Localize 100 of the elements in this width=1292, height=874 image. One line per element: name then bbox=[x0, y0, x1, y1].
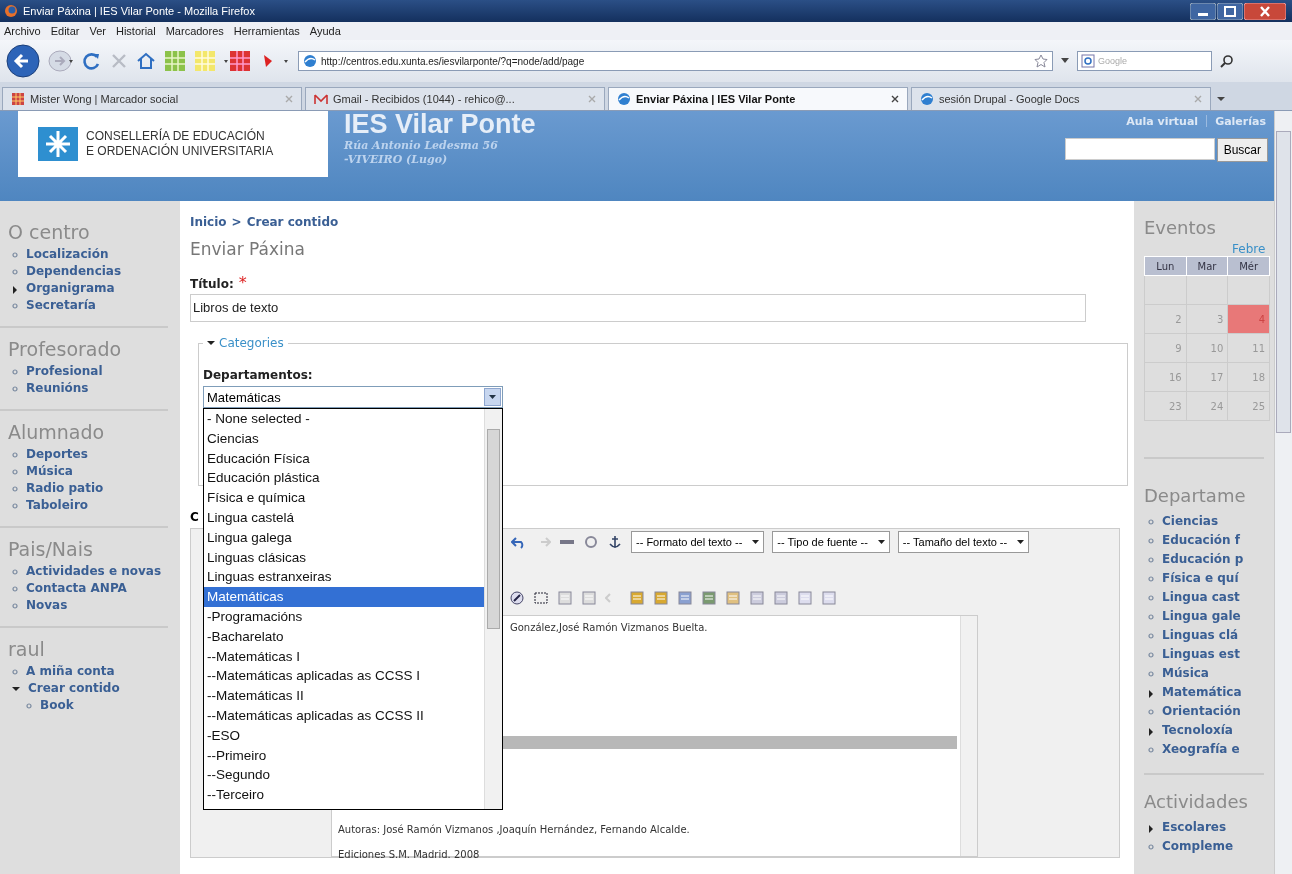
sidebar-link[interactable]: Secretaría bbox=[26, 297, 96, 314]
select-all-icon[interactable] bbox=[533, 590, 549, 606]
sidebar-link[interactable]: Xeografía e bbox=[1162, 740, 1240, 759]
search-field[interactable] bbox=[1064, 138, 1215, 160]
expand-arrow-icon[interactable] bbox=[12, 286, 18, 294]
sidebar-link[interactable]: Dependencias bbox=[26, 263, 122, 280]
nav-link[interactable]: Galerías bbox=[1215, 115, 1266, 128]
menu-item[interactable]: Ayuda bbox=[309, 25, 341, 37]
sidebar-link[interactable]: Física e quí bbox=[1162, 569, 1239, 588]
close-button[interactable] bbox=[1244, 2, 1286, 20]
menu-item[interactable]: Marcadores bbox=[165, 25, 224, 37]
home-icon[interactable] bbox=[136, 51, 156, 71]
back-button[interactable] bbox=[6, 44, 40, 78]
site-title[interactable]: IES Vilar Ponte bbox=[344, 109, 536, 139]
collapse-arrow-icon[interactable] bbox=[207, 340, 215, 346]
bullet-icon bbox=[1148, 844, 1154, 850]
nav-link[interactable]: Aula virtual bbox=[1126, 115, 1199, 128]
dropdown-arrow-icon[interactable] bbox=[1061, 58, 1069, 64]
sidebar-link[interactable]: Ciencias bbox=[1162, 512, 1219, 531]
grid-icon[interactable] bbox=[224, 50, 252, 72]
title-field[interactable]: Libros de texto bbox=[190, 294, 1086, 322]
bullet-icon bbox=[1148, 709, 1154, 715]
sidebar-link[interactable]: Educación p bbox=[1162, 550, 1244, 569]
grid-icon[interactable] bbox=[164, 50, 186, 72]
sidebar-link[interactable]: Actividades e novas bbox=[26, 563, 162, 580]
sidebar-link[interactable]: Linguas clá bbox=[1162, 626, 1239, 645]
sidebar-link[interactable]: A miña conta bbox=[26, 663, 115, 680]
sidebar-link[interactable]: Organigrama bbox=[26, 280, 115, 297]
sidebar-link[interactable]: Novas bbox=[26, 597, 68, 614]
dropdown-arrow-icon bbox=[877, 540, 885, 544]
reload-icon[interactable] bbox=[82, 51, 102, 71]
sidebar-link[interactable]: Deportes bbox=[26, 446, 88, 463]
sidebar-link[interactable]: Contacta ANPA bbox=[26, 580, 127, 597]
sidebar-link[interactable]: Música bbox=[26, 463, 73, 480]
sidebar-link[interactable]: Book bbox=[40, 697, 74, 714]
sidebar-link[interactable]: Crear contido bbox=[28, 680, 120, 697]
format-select[interactable]: -- Tipo de fuente -- bbox=[772, 531, 890, 553]
menu-item[interactable]: Editar bbox=[50, 25, 80, 37]
menu-item[interactable]: Archivo bbox=[4, 25, 41, 37]
sidebar-link[interactable]: Escolares bbox=[1162, 818, 1227, 837]
sidebar-link[interactable]: Localización bbox=[26, 246, 109, 263]
dropdown-option[interactable]: - None selected - bbox=[204, 409, 484, 429]
sidebar-link[interactable]: Música bbox=[1162, 664, 1209, 683]
breadcrumb-link[interactable]: Inicio bbox=[190, 215, 227, 229]
dropdown-option[interactable]: Educación Física bbox=[204, 448, 484, 469]
bullet-icon bbox=[1148, 633, 1154, 639]
sidebar-link[interactable]: Taboleiro bbox=[26, 497, 89, 514]
browser-tab[interactable]: Enviar Páxina | IES Vilar Ponte bbox=[608, 87, 908, 110]
scrollbar[interactable] bbox=[484, 409, 502, 809]
sidebar-link[interactable]: Lingua gale bbox=[1162, 607, 1241, 626]
month-link[interactable]: Febre bbox=[1232, 242, 1266, 256]
department-select[interactable]: Matemáticas bbox=[203, 386, 503, 408]
fieldset-toggle[interactable]: Categories bbox=[203, 336, 288, 350]
stop-icon[interactable] bbox=[110, 52, 128, 70]
anchor-icon[interactable] bbox=[607, 534, 623, 550]
star-icon[interactable] bbox=[1034, 54, 1048, 68]
dropdown-option[interactable]: Lingua galega bbox=[204, 527, 484, 548]
breadcrumb-link[interactable]: Crear contido bbox=[246, 215, 339, 229]
search-button[interactable]: Buscar bbox=[1216, 138, 1268, 162]
maximize-button[interactable] bbox=[1217, 2, 1243, 20]
sidebar-link[interactable]: Orientación bbox=[1162, 702, 1241, 721]
section-heading: raul bbox=[8, 638, 46, 660]
dropdown-option[interactable]: Linguas estranxeiras bbox=[204, 567, 484, 588]
link-icon[interactable] bbox=[583, 534, 599, 550]
expand-arrow-icon[interactable] bbox=[1148, 690, 1154, 698]
sidebar-link[interactable]: Radio patio bbox=[26, 480, 104, 497]
dropdown-option[interactable]: Ciencias bbox=[204, 428, 484, 449]
scrollbar[interactable] bbox=[960, 616, 977, 856]
pencil-icon[interactable] bbox=[509, 590, 525, 606]
expand-arrow-icon[interactable] bbox=[1148, 728, 1154, 736]
sidebar-link[interactable]: Matemática bbox=[1162, 683, 1242, 702]
address-field[interactable]: http://centros.edu.xunta.es/iesvilarponte/?q=node/add/page bbox=[298, 51, 1053, 71]
sidebar-link[interactable]: Compleme bbox=[1162, 837, 1234, 856]
dropdown-option[interactable]: Física e química bbox=[204, 488, 484, 508]
dropdown-option[interactable]: Lingua castelá bbox=[204, 508, 484, 528]
browser-tab[interactable]: sesión Drupal - Google Docs bbox=[911, 87, 1211, 110]
browser-tab[interactable]: Mister Wong | Marcador social bbox=[2, 87, 302, 110]
dropdown-option[interactable]: Linguas clásicas bbox=[204, 547, 484, 568]
menu-item[interactable]: Herramientas bbox=[233, 25, 300, 37]
close-icon[interactable] bbox=[891, 95, 899, 103]
browser-tab[interactable]: Gmail - Recibidos (1044) - rehico@... bbox=[305, 87, 605, 110]
search-field[interactable]: Google bbox=[1077, 51, 1212, 71]
expand-arrow-icon[interactable] bbox=[1148, 825, 1154, 833]
dropdown-option[interactable]: Matemáticas bbox=[204, 587, 484, 607]
sidebar-link[interactable]: Reunións bbox=[26, 380, 89, 397]
format-select[interactable]: -- Formato del texto -- bbox=[631, 531, 765, 553]
menu-item[interactable]: Historial bbox=[115, 25, 156, 37]
forward-button[interactable] bbox=[48, 49, 74, 73]
menu-item[interactable]: Ver bbox=[89, 25, 106, 37]
collapse-arrow-icon[interactable] bbox=[12, 686, 20, 692]
sidebar-link[interactable]: Profesional bbox=[26, 363, 103, 380]
sidebar-link[interactable]: Lingua cast bbox=[1162, 588, 1240, 607]
sidebar-link[interactable]: Linguas est bbox=[1162, 645, 1240, 664]
dropdown-option[interactable]: Educación plástica bbox=[204, 468, 484, 489]
sidebar-link[interactable]: Educación f bbox=[1162, 531, 1240, 550]
search-icon[interactable] bbox=[1220, 54, 1234, 68]
sidebar-link[interactable]: Tecnoloxía bbox=[1162, 721, 1233, 740]
bullet-icon bbox=[12, 469, 18, 475]
minimize-button[interactable] bbox=[1190, 2, 1216, 20]
format-select[interactable]: -- Tamaño del texto -- bbox=[897, 531, 1030, 553]
